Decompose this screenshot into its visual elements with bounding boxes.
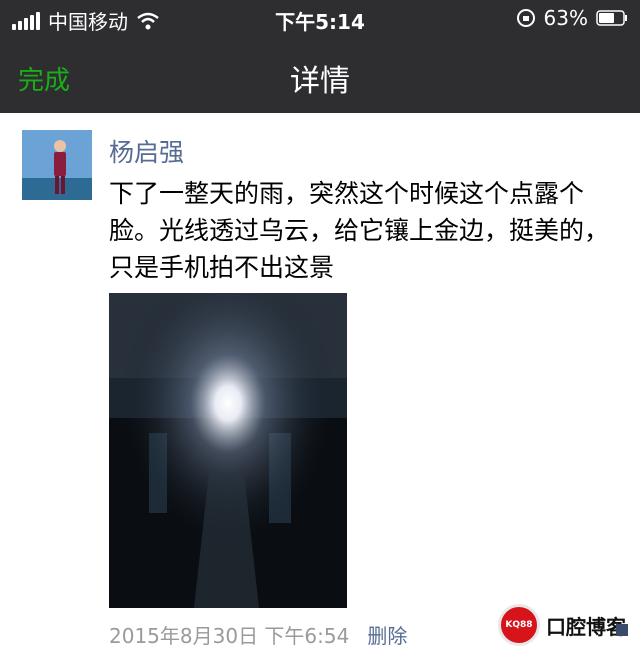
author-name[interactable]: 杨启强 bbox=[109, 133, 184, 169]
nav-bar: 完成 详情 bbox=[0, 46, 640, 106]
avatar[interactable] bbox=[22, 130, 92, 200]
post-footer: 2015年8月30日 下午6:54 删除 bbox=[109, 620, 407, 649]
status-bar: 中国移动 下午5:14 63% bbox=[0, 0, 640, 36]
rotation-lock-icon bbox=[516, 9, 535, 27]
watermark-logo-icon: KQ88 bbox=[498, 604, 540, 646]
photo-image bbox=[109, 293, 347, 608]
header: 中国移动 下午5:14 63% 完成 详情 bbox=[0, 0, 640, 113]
post-timestamp: 2015年8月30日 下午6:54 bbox=[109, 624, 350, 648]
post-text: 下了一整天的雨，突然这个时候这个点露个脸。光线透过乌云，给它镶上金边，挺美的，只… bbox=[109, 179, 610, 282]
battery-percent: 63% bbox=[543, 6, 588, 30]
avatar-image bbox=[22, 130, 92, 200]
watermark-text: 口腔博客 bbox=[546, 614, 626, 639]
done-button[interactable]: 完成 bbox=[18, 60, 70, 97]
page-title: 详情 bbox=[290, 64, 350, 99]
watermark: KQ88 口腔博客 bbox=[498, 604, 626, 646]
battery-icon bbox=[596, 10, 627, 26]
post-photo[interactable] bbox=[109, 293, 347, 608]
corner-mark bbox=[616, 624, 628, 636]
delete-button[interactable]: 删除 bbox=[367, 620, 407, 649]
